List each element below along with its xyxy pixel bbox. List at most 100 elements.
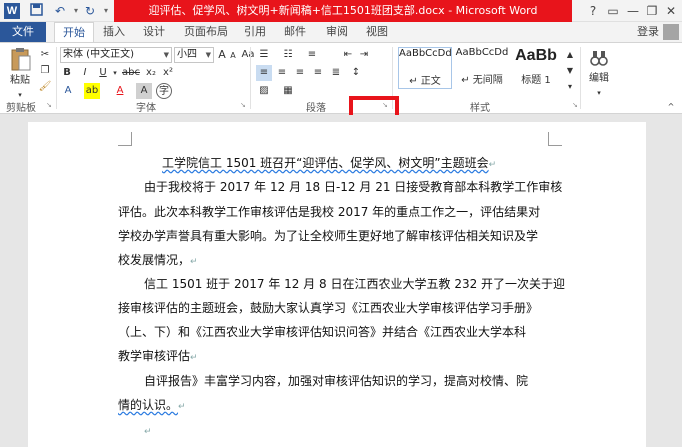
paragraph[interactable]: 信工 1501 班于 2017 年 12 月 8 日在江西农业大学五教 232 … — [144, 277, 565, 291]
word-app-icon[interactable]: W — [4, 3, 20, 19]
style-name: ↵ 正文 — [409, 76, 441, 87]
separator — [250, 47, 251, 109]
distributed-icon[interactable]: ≣ — [328, 65, 344, 81]
underline-dropdown-icon[interactable]: ▾ — [111, 65, 119, 81]
paragraph-text: 接审核评估的主题班会，鼓励大家认真学习《江西农业大学审核评估学习手册》 — [118, 301, 539, 315]
styles-more-icon[interactable]: ▾ — [564, 79, 576, 95]
font-group-label: 字体 — [136, 103, 156, 114]
line-spacing-icon[interactable]: ↕ — [348, 65, 364, 81]
italic-button[interactable]: I — [78, 65, 92, 81]
font-name-value: 宋体 (中文正文) — [63, 49, 134, 60]
copy-icon[interactable]: ❐ — [38, 63, 52, 79]
styles-group-label: 样式 — [470, 103, 490, 114]
avatar[interactable] — [663, 24, 679, 40]
cut-icon[interactable]: ✂ — [38, 47, 52, 63]
paragraph-mark: ↵ — [178, 402, 186, 412]
paragraph-text: 自评报告》丰富学习内容，加强对审核评估知识的学习，提高对校情、院 — [144, 374, 529, 388]
subscript-button[interactable]: x₂ — [143, 65, 159, 81]
paragraph[interactable]: 教学审核评估↵ — [118, 349, 198, 365]
font-size-combo[interactable]: 小四 ▼ — [174, 47, 214, 63]
style-normal[interactable]: AaBbCcDd ↵ 正文 — [398, 47, 452, 89]
font-launcher-icon[interactable]: ↘ — [240, 101, 248, 109]
collapse-ribbon-icon[interactable]: ^ — [664, 99, 678, 115]
style-heading-1[interactable]: AaBb 标题 1 — [512, 47, 560, 89]
customize-icon[interactable]: ▾ — [98, 3, 114, 19]
restore-icon[interactable]: ❐ — [643, 2, 661, 20]
chevron-down-icon[interactable]: ▼ — [206, 48, 211, 62]
strikethrough-button[interactable]: abc — [120, 65, 142, 81]
shrink-font-button[interactable]: A — [228, 48, 238, 64]
align-center-icon[interactable]: ≡ — [274, 65, 290, 81]
align-left-icon[interactable]: ≡ — [256, 65, 272, 81]
highlight-button[interactable]: ab — [84, 83, 100, 99]
redo-icon[interactable]: ↻ — [82, 3, 98, 19]
justify-icon[interactable]: ≡ — [310, 65, 326, 81]
paragraph-text: 学校办学声誉具有重大影响。为了让全校师生更好地了解审核评估相关知识及学 — [118, 229, 539, 243]
style-no-spacing[interactable]: AaBbCcDd ↵ 无间隔 — [454, 47, 510, 89]
bold-button[interactable]: B — [60, 65, 74, 81]
numbering-icon[interactable]: ☷ — [280, 47, 296, 63]
styles-scroll-down-icon[interactable]: ▼ — [564, 63, 576, 79]
enclose-char-button[interactable]: 字 — [156, 83, 172, 99]
crop-mark — [118, 132, 132, 146]
font-color-button[interactable]: A — [112, 83, 128, 99]
increase-indent-icon[interactable]: ⇥ — [356, 47, 372, 63]
crop-mark — [548, 132, 562, 146]
minimize-icon[interactable]: — — [624, 2, 642, 20]
paste-icon[interactable] — [10, 47, 32, 73]
paragraph-text: 校发展情况， — [118, 253, 191, 267]
tab-page-layout[interactable]: 页面布局 — [180, 22, 232, 42]
editing-dropdown-icon[interactable]: ▾ — [592, 85, 606, 101]
undo-icon[interactable]: ↶ — [52, 3, 68, 19]
ribbon-tabs: 文件 开始 插入 设计 页面布局 引用 邮件 审阅 视图 登录 — [0, 22, 682, 42]
paragraph-text: 工学院信工 1501 班召开“迎评估、促学风、树文明”主题班会 — [162, 156, 489, 170]
tab-design[interactable]: 设计 — [138, 22, 170, 42]
style-preview: AaBb — [515, 47, 557, 64]
underline-button[interactable]: U — [96, 65, 110, 81]
login-link[interactable]: 登录 — [637, 22, 659, 42]
paragraph[interactable]: 校发展情况，↵ — [118, 253, 198, 269]
paragraph[interactable]: 学校办学声誉具有重大影响。为了让全校师生更好地了解审核评估相关知识及学 — [118, 229, 538, 243]
separator — [580, 47, 581, 109]
tab-mailings[interactable]: 邮件 — [280, 22, 310, 42]
font-size-value: 小四 — [177, 49, 197, 60]
tab-review[interactable]: 审阅 — [322, 22, 352, 42]
tab-insert[interactable]: 插入 — [98, 22, 130, 42]
chevron-down-icon[interactable]: ▼ — [164, 48, 169, 62]
styles-launcher-icon[interactable]: ↘ — [572, 101, 580, 109]
help-icon[interactable]: ? — [584, 2, 602, 20]
font-name-combo[interactable]: 宋体 (中文正文) ▼ — [60, 47, 172, 63]
clipboard-launcher-icon[interactable]: ↘ — [46, 101, 54, 109]
tab-file[interactable]: 文件 — [0, 22, 46, 42]
char-shading-button[interactable]: A — [136, 83, 152, 99]
borders-icon[interactable]: ▦ — [280, 83, 296, 99]
paragraph-group-label: 段落 — [306, 103, 326, 114]
tab-references[interactable]: 引用 — [240, 22, 270, 42]
tab-view[interactable]: 视图 — [362, 22, 392, 42]
superscript-button[interactable]: x² — [160, 65, 176, 81]
format-painter-icon[interactable]: 🖌 — [38, 79, 52, 95]
styles-scroll-up-icon[interactable]: ▲ — [564, 47, 576, 63]
text-effects-button[interactable]: A — [60, 83, 76, 99]
paragraph[interactable]: 接审核评估的主题班会，鼓励大家认真学习《江西农业大学审核评估学习手册》 — [118, 301, 538, 315]
paragraph[interactable]: 情的认识。↵ — [118, 398, 186, 414]
bullets-icon[interactable]: ☰ — [256, 47, 272, 63]
paragraph[interactable]: 评估。此次本科教学工作审核评估是我校 2017 年的重点工作之一，评估结果对 — [118, 205, 540, 219]
paragraph[interactable]: 由于我校将于 2017 年 12 月 18 日-12 月 21 日接受教育部本科… — [144, 180, 562, 194]
document-title[interactable]: 工学院信工 1501 班召开“迎评估、促学风、树文明”主题班会↵ — [162, 156, 496, 172]
decrease-indent-icon[interactable]: ⇤ — [340, 47, 356, 63]
save-icon[interactable] — [28, 3, 44, 19]
grow-font-button[interactable]: A — [216, 47, 228, 63]
paragraph[interactable]: （上、下）和《江西农业大学审核评估知识问答》并结合《江西农业大学本科 — [118, 325, 526, 339]
style-preview: AaBbCcDd — [399, 48, 452, 59]
ribbon-display-icon[interactable]: ▭ — [604, 2, 622, 20]
binoculars-icon[interactable] — [590, 49, 608, 67]
shading-icon[interactable]: ▨ — [256, 83, 272, 99]
paragraph[interactable]: ↵ — [144, 423, 152, 439]
close-icon[interactable]: ✕ — [662, 2, 680, 20]
paragraph[interactable]: 自评报告》丰富学习内容，加强对审核评估知识的学习，提高对校情、院 — [144, 374, 528, 388]
change-case-button[interactable]: Aa — [240, 47, 256, 63]
multilevel-list-icon[interactable]: ≡ — [304, 47, 320, 63]
align-right-icon[interactable]: ≡ — [292, 65, 308, 81]
tab-home[interactable]: 开始 — [54, 22, 94, 42]
